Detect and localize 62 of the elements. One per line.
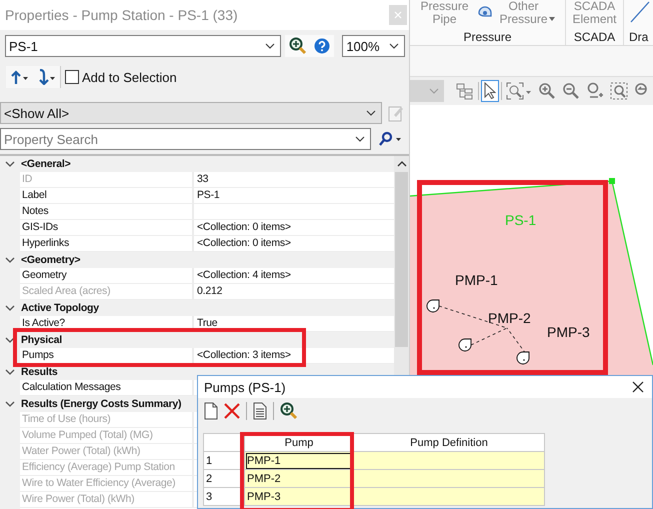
property-label: Water Power (Total) (kWh) [20, 444, 194, 460]
search-icon[interactable] [377, 131, 403, 147]
ribbon-group-label: SCADA [574, 30, 616, 44]
checkbox[interactable] [65, 70, 79, 84]
pump-icon[interactable] [426, 300, 440, 312]
vertex-handle[interactable] [609, 178, 615, 184]
property-value: <Collection: 0 items> [194, 220, 394, 236]
column-header[interactable]: Pump Definition [354, 434, 544, 452]
property-label: ID [20, 172, 194, 188]
chevron-down-icon[interactable] [389, 43, 399, 49]
zoom-window-tool-button[interactable] [608, 80, 630, 102]
category-label: <Geometry> [20, 254, 80, 266]
dialog-title: Pumps (PS-1) [204, 380, 286, 394]
scroll-up-icon[interactable] [396, 160, 407, 168]
zoom-icon[interactable] [280, 402, 298, 420]
property-label: Wire Power (Total) (kWh) [20, 492, 194, 508]
category-label: Active Topology [20, 302, 99, 314]
category-label: Results (Energy Costs Summary) [20, 398, 182, 410]
document-icon[interactable] [253, 402, 267, 420]
panel-title: Properties - Pump Station - PS-1 (33) [5, 7, 238, 23]
property-label: Pumps [20, 348, 194, 364]
property-value: <Collection: 4 items> [194, 268, 394, 284]
station-label: PS-1 [505, 212, 536, 228]
pointer-tool-button[interactable] [481, 80, 499, 102]
help-icon[interactable] [314, 38, 330, 54]
ribbon-group-label: Pressure [463, 30, 512, 44]
chevron-down-icon[interactable] [366, 110, 376, 116]
arrow-up-icon[interactable] [9, 69, 31, 85]
property-label: GIS-IDs [20, 220, 194, 236]
pump-icon[interactable] [458, 338, 472, 352]
close-icon[interactable] [632, 381, 644, 393]
checkbox-label: Add to Selection [82, 70, 177, 84]
property-value: 33 [194, 172, 394, 188]
ribbon-button[interactable] [629, 0, 651, 24]
pump-label: PMP-1 [455, 272, 498, 288]
pump-label: PMP-3 [547, 324, 590, 340]
zoom-icon[interactable] [289, 37, 308, 55]
new-document-icon[interactable] [204, 402, 218, 420]
property-label: Label [20, 188, 194, 204]
property-label: Geometry [20, 268, 194, 284]
property-label: Efficiency (Average) Pump Station [20, 460, 194, 476]
delete-icon[interactable] [224, 403, 240, 419]
element-combo[interactable]: PS-1 [5, 35, 282, 57]
pump-label: PMP-2 [488, 310, 531, 326]
search-field[interactable]: Property Search [4, 132, 344, 146]
property-value: PS-1 [194, 188, 394, 204]
property-label: Wire to Water Efficiency (Average) [20, 476, 194, 492]
property-label: Notes [20, 204, 194, 220]
filter-combo[interactable]: <Show All> [0, 102, 382, 124]
search-combo[interactable]: Property Search [0, 128, 371, 150]
property-label: Volume Pumped (Total) (MG) [20, 428, 194, 444]
pump-icon[interactable] [516, 352, 530, 364]
zoom-extents-tool-button[interactable] [504, 80, 534, 102]
caret-icon[interactable] [548, 16, 556, 22]
property-label: Time of Use (hours) [20, 412, 194, 428]
ribbon-group-label: Dra [629, 30, 648, 44]
category-label: <General> [20, 158, 71, 170]
category-label: Physical [20, 334, 62, 346]
category-label: Results [20, 366, 58, 378]
chevron-down-icon[interactable] [355, 136, 365, 142]
zoom-combo[interactable]: 100% [342, 35, 405, 57]
chevron-down-icon[interactable] [265, 43, 276, 49]
